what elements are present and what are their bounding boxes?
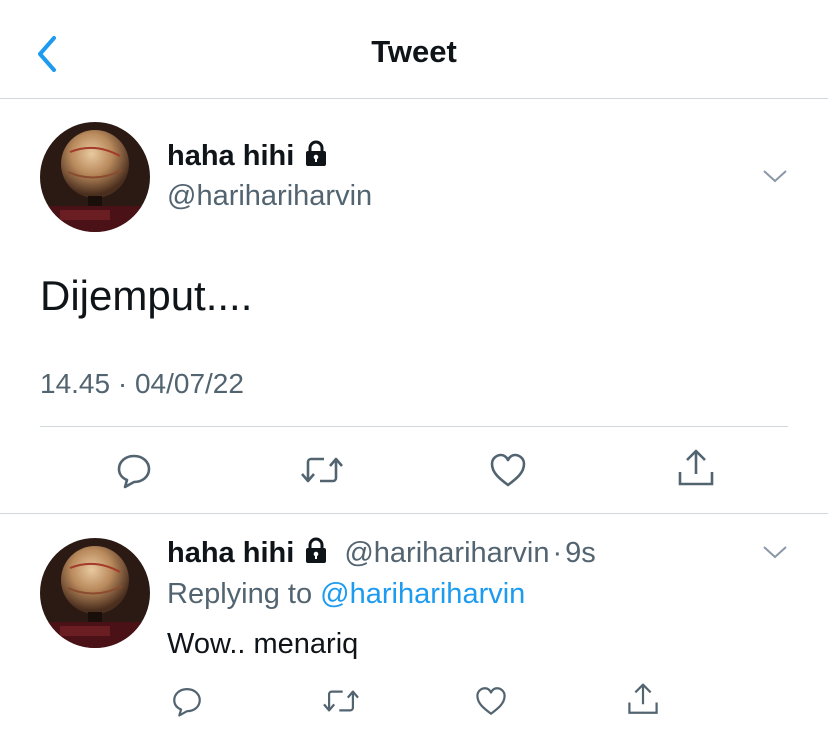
reply-retweet-button[interactable] xyxy=(322,684,360,723)
author-name-row[interactable]: haha hihi xyxy=(167,140,330,176)
replying-to-line: Replying to @harihariharvin xyxy=(167,578,525,611)
lock-icon xyxy=(302,537,330,573)
reply-text: Wow.. menariq xyxy=(167,628,359,660)
share-icon xyxy=(678,449,714,486)
reply-author-name[interactable]: haha hihi xyxy=(167,537,294,569)
share-button[interactable] xyxy=(676,448,716,495)
reply-reply-button[interactable] xyxy=(170,684,204,723)
divider xyxy=(0,513,828,514)
like-icon xyxy=(490,453,526,487)
tweet-timestamp[interactable]: 14.45 · 04/07/22 xyxy=(40,368,244,400)
reply-avatar[interactable] xyxy=(40,538,150,648)
globe-photo xyxy=(40,538,150,648)
separator: · xyxy=(552,537,563,569)
reply-author-handle[interactable]: @harihariharvin xyxy=(344,537,549,569)
author-name: haha hihi xyxy=(167,140,295,172)
replying-to-handle-link[interactable]: @harihariharvin xyxy=(320,578,525,610)
globe-photo xyxy=(40,122,150,232)
retweet-icon xyxy=(301,457,343,483)
retweet-icon xyxy=(323,690,359,712)
avatar[interactable] xyxy=(40,122,150,232)
lock-icon xyxy=(302,140,330,176)
retweet-button[interactable] xyxy=(300,450,344,495)
reply-button[interactable] xyxy=(114,450,154,495)
reply-header: haha hihi @harihariharvin · 9s xyxy=(167,537,596,573)
chevron-down-icon xyxy=(763,170,787,183)
replying-to-label: Replying to xyxy=(167,578,313,610)
tweet-text: Dijemput.... xyxy=(40,272,253,319)
like-icon xyxy=(476,687,506,715)
reply-icon xyxy=(117,454,151,489)
like-button[interactable] xyxy=(488,450,528,495)
chevron-down-icon xyxy=(763,546,787,559)
reply-share-button[interactable] xyxy=(626,682,660,723)
reply-like-button[interactable] xyxy=(474,684,508,723)
more-options-button[interactable] xyxy=(762,168,788,189)
divider xyxy=(40,426,788,427)
share-icon xyxy=(628,683,658,714)
reply-time[interactable]: 9s xyxy=(565,537,596,569)
reply-icon xyxy=(173,687,201,717)
reply-more-options-button[interactable] xyxy=(762,544,788,565)
page-title: Tweet xyxy=(371,34,457,69)
author-handle[interactable]: @harihariharvin xyxy=(167,180,372,213)
